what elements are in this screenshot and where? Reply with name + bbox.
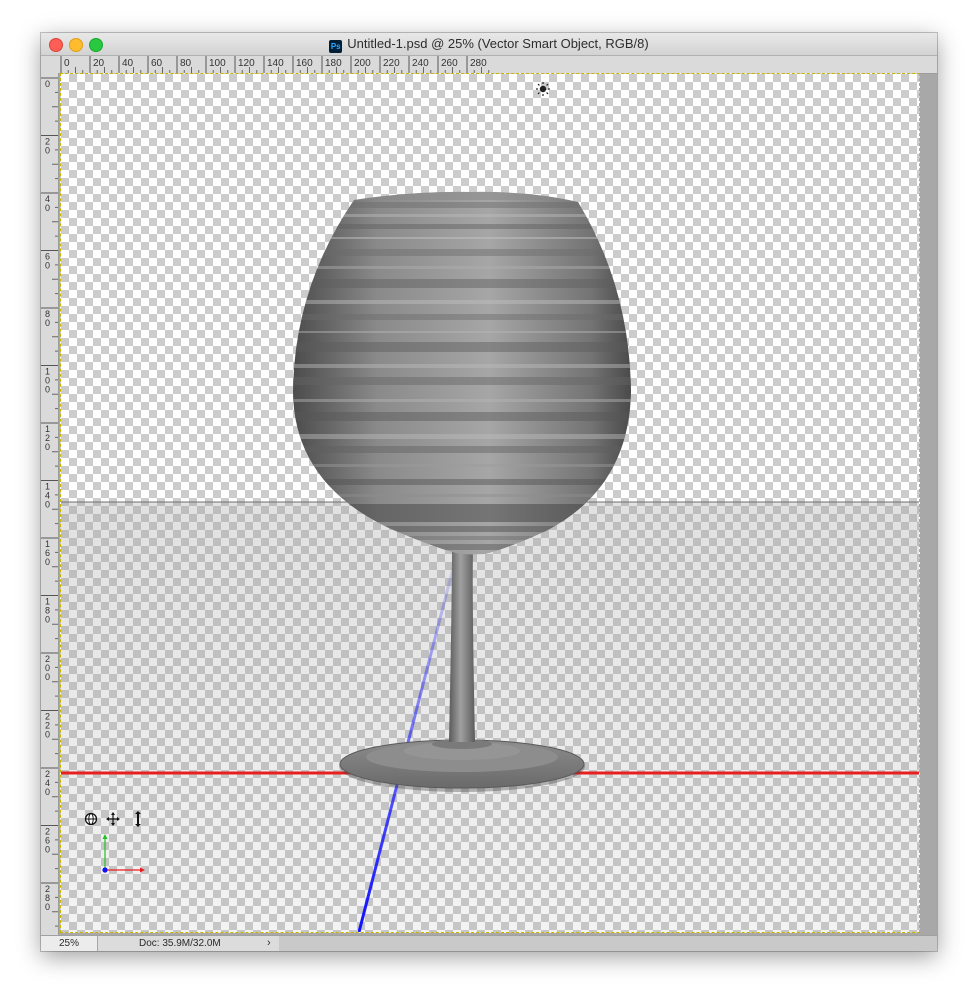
3d-rotate-icon[interactable] <box>84 812 98 826</box>
ruler-label: 0 <box>45 845 50 855</box>
ruler-label: 0 <box>45 385 50 395</box>
ruler-label: 280 <box>470 58 487 69</box>
ruler-label: 0 <box>45 787 50 797</box>
status-bar-filler <box>279 936 937 951</box>
ruler-label: 260 <box>441 58 458 69</box>
zoom-level-field[interactable]: 25% <box>41 936 98 951</box>
document-window: Ps Untitled-1.psd @ 25% (Vector Smart Obj… <box>41 33 937 951</box>
vertical-ruler-ticks: 020406080100120140160180200220240260280 <box>41 77 58 927</box>
ruler-label: 0 <box>45 615 50 625</box>
ruler-label: 0 <box>45 261 50 271</box>
ruler-label: 80 <box>180 58 192 69</box>
light-source-icon[interactable] <box>536 82 550 96</box>
ruler-label: 200 <box>354 58 371 69</box>
document-size-info[interactable]: Doc: 35.9M/32.0M <box>139 938 221 949</box>
ruler-label: 0 <box>64 58 70 69</box>
ruler-label: 240 <box>412 58 429 69</box>
ruler-label: 40 <box>122 58 134 69</box>
status-bar: 25% Doc: 35.9M/32.0M › <box>41 935 937 951</box>
ruler-label: 0 <box>45 730 50 740</box>
ruler-label: 0 <box>45 79 50 89</box>
3d-scene[interactable] <box>61 74 919 932</box>
ruler-label: 0 <box>45 672 50 682</box>
ruler-label: 0 <box>45 318 50 328</box>
z-axis-dot <box>102 867 108 873</box>
ruler-label: 0 <box>45 557 50 567</box>
ruler-origin[interactable] <box>41 56 59 74</box>
document-canvas[interactable] <box>60 73 920 933</box>
ruler-label: 0 <box>45 442 50 452</box>
ruler-label: 20 <box>93 58 105 69</box>
ruler-label: 60 <box>151 58 163 69</box>
horizontal-ruler-ticks: 0 20 40 60 80 100 120 140 160 180 200 220 240 260 280 <box>60 56 490 73</box>
ruler-label: 180 <box>325 58 342 69</box>
glass-bowl <box>293 191 631 555</box>
ruler-label: 140 <box>267 58 284 69</box>
title-bar[interactable]: Ps Untitled-1.psd @ 25% (Vector Smart Obj… <box>41 33 937 56</box>
ruler-label: 100 <box>209 58 226 69</box>
ruler-label: 220 <box>383 58 400 69</box>
window-title: Untitled-1.psd @ 25% (Vector Smart Objec… <box>347 36 649 51</box>
ruler-label: 120 <box>238 58 255 69</box>
ruler-label: 0 <box>45 902 50 912</box>
status-menu-arrow[interactable]: › <box>267 937 271 949</box>
ruler-label: 0 <box>45 203 50 213</box>
vertical-ruler[interactable]: 020406080100120140160180200220240260280 <box>41 73 59 935</box>
window-title-wrap: Ps Untitled-1.psd @ 25% (Vector Smart Obj… <box>41 36 937 53</box>
ground-plane <box>61 502 919 932</box>
horizontal-ruler[interactable]: 0 20 40 60 80 100 120 140 160 180 200 220 240 260 280 <box>58 56 937 74</box>
ruler-label: 0 <box>45 146 50 156</box>
glass-stem <box>449 549 475 742</box>
photoshop-file-icon: Ps <box>329 40 343 53</box>
ruler-label: 0 <box>45 500 50 510</box>
ruler-label: 160 <box>296 58 313 69</box>
